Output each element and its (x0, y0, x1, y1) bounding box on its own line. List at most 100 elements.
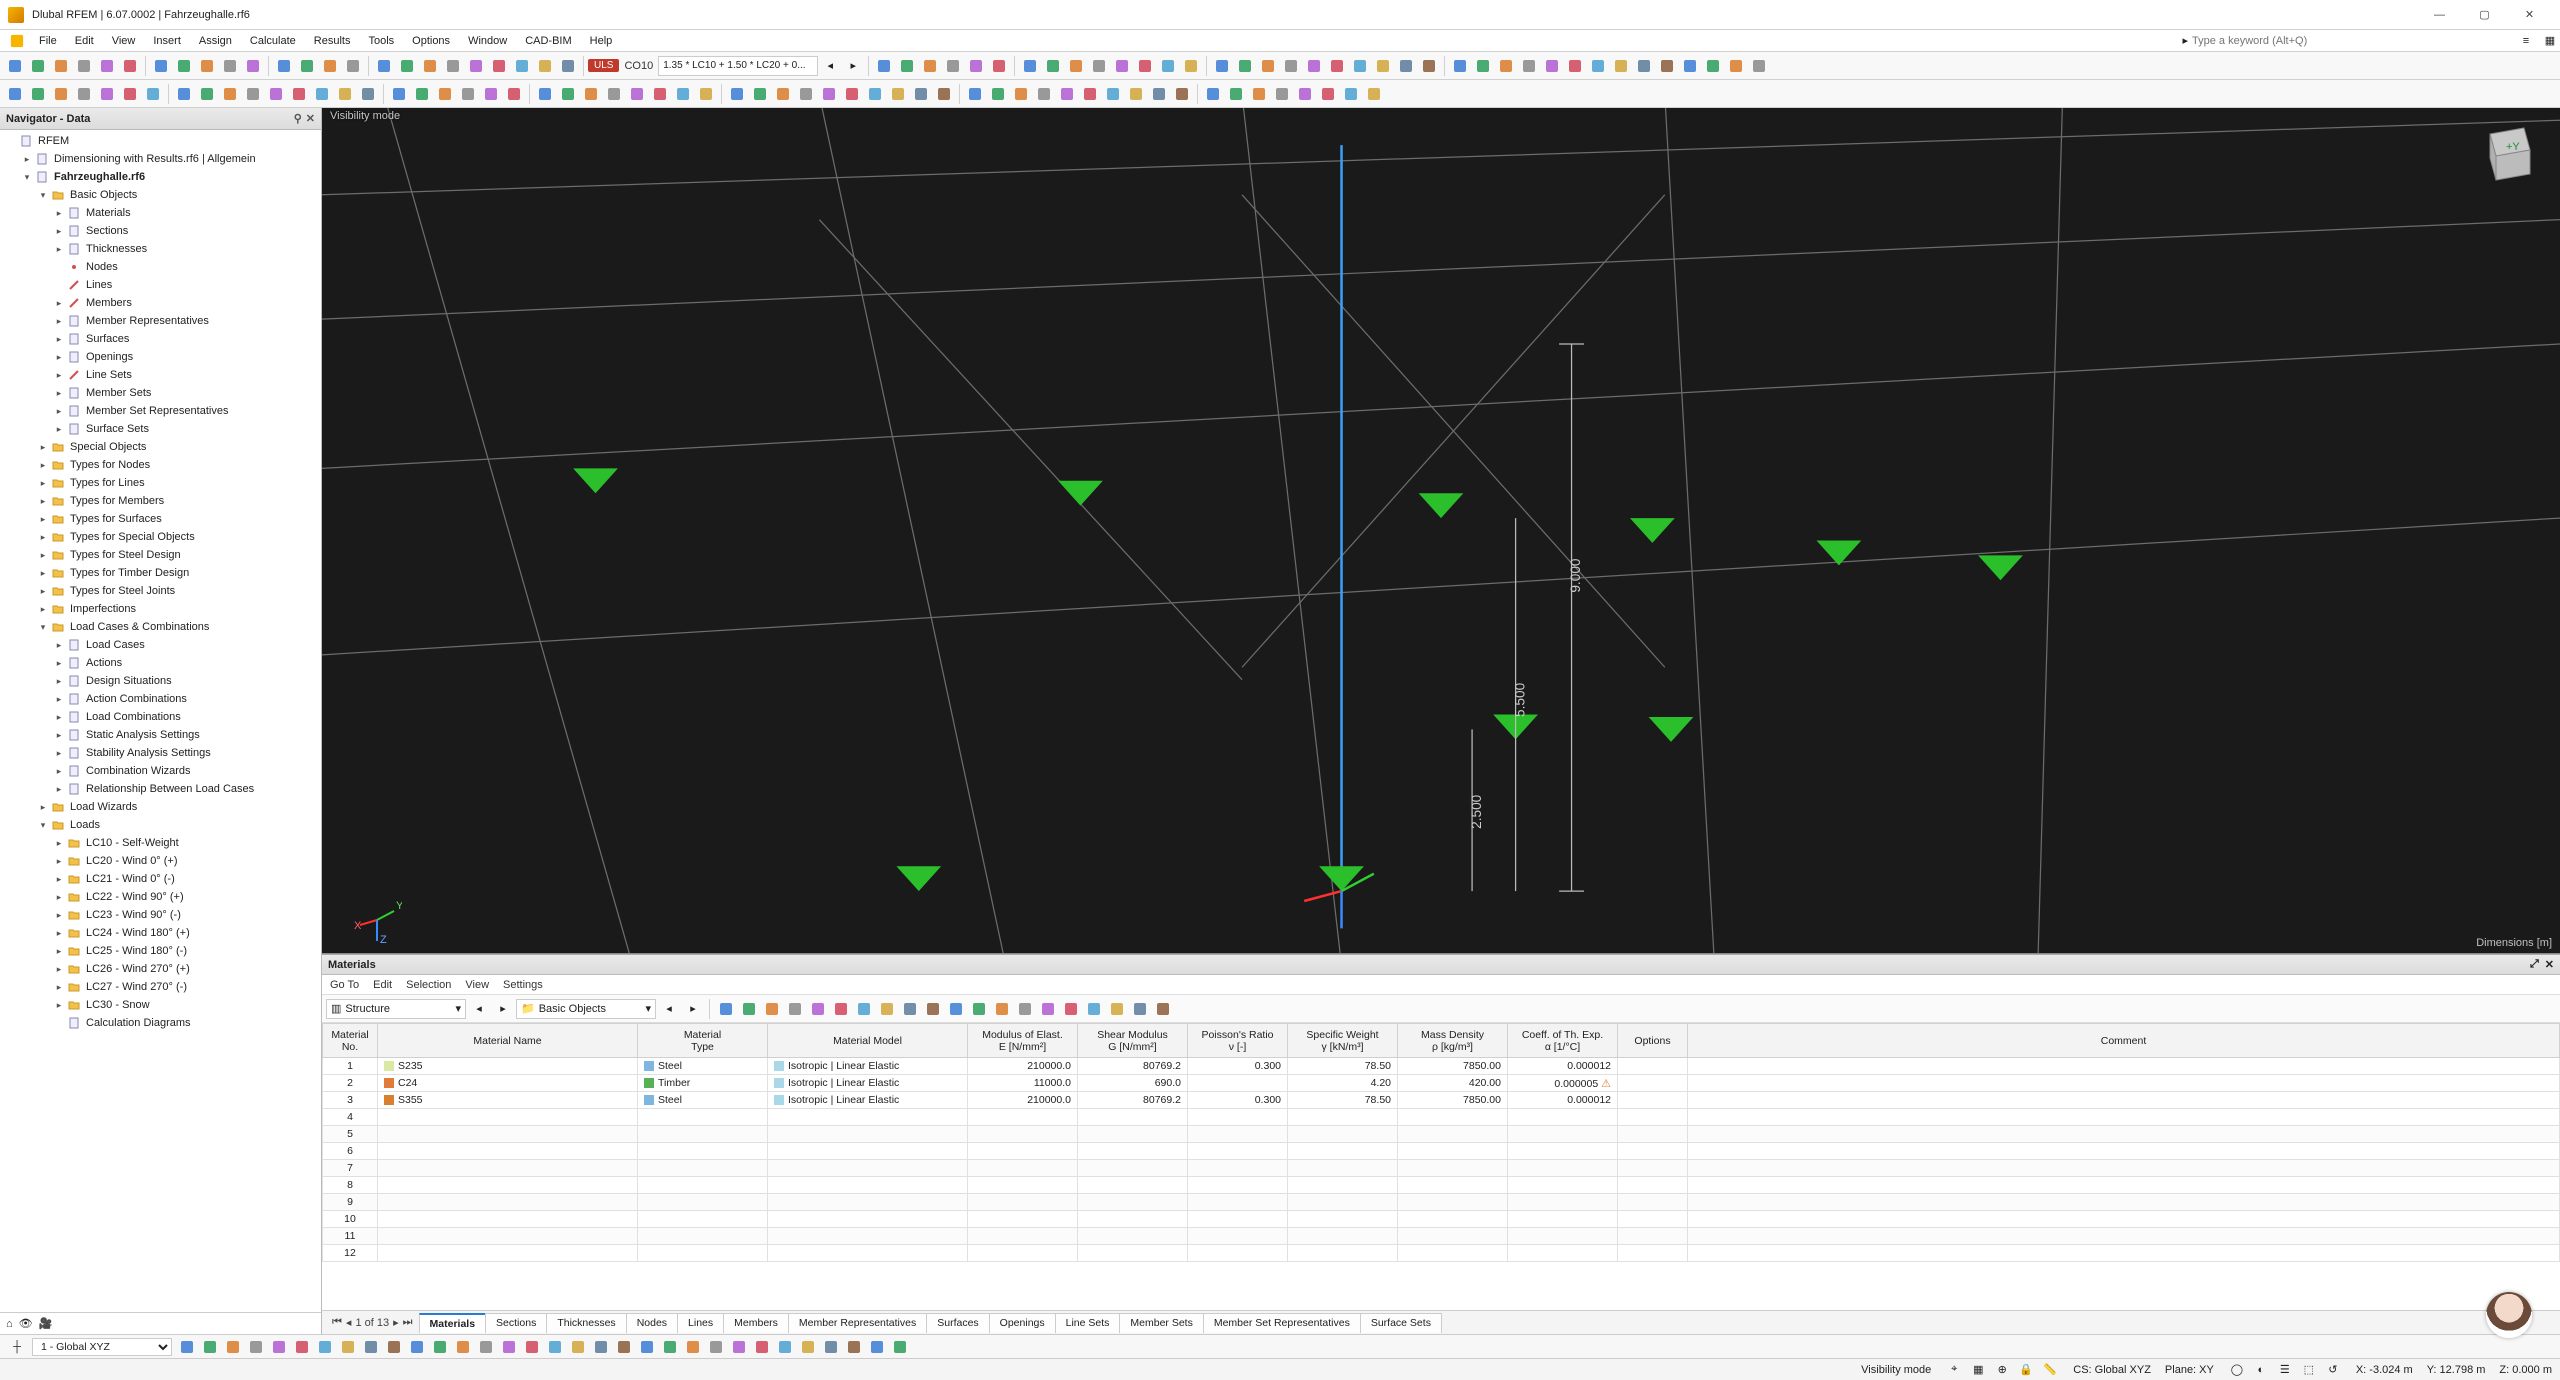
tree-thicknesses[interactable]: ▸Thicknesses (0, 240, 321, 258)
bb-btn-25[interactable] (751, 1336, 773, 1358)
menu-insert[interactable]: Insert (144, 30, 190, 52)
bb-btn-15[interactable] (521, 1336, 543, 1358)
combo-prev-button[interactable]: ◂ (819, 55, 841, 77)
tb2-e-btn-2[interactable] (772, 83, 794, 105)
table-row-empty[interactable]: 5 (323, 1126, 2560, 1143)
tb-filter-btn-1[interactable] (1234, 55, 1256, 77)
table-tab-materials[interactable]: Materials (419, 1313, 487, 1333)
tree-load-combinations[interactable]: ▸Load Combinations (0, 708, 321, 726)
table-tab-members[interactable]: Members (723, 1313, 789, 1333)
tb-display-btn-6[interactable] (1157, 55, 1179, 77)
tb-results-btn-2[interactable] (919, 55, 941, 77)
col-e[interactable]: Modulus of Elast.E [N/mm²] (968, 1024, 1078, 1058)
tb2-f-btn-5[interactable] (1079, 83, 1101, 105)
tp-tool-btn-6[interactable] (853, 998, 875, 1020)
table-panel-max-icon[interactable]: ⤢ (2530, 958, 2539, 971)
tree-load-cases-combinations[interactable]: ▾Load Cases & Combinations (0, 618, 321, 636)
table-row-empty[interactable]: 11 (323, 1228, 2560, 1245)
table-menu-selection[interactable]: Selection (406, 979, 451, 991)
tp-tool-btn-17[interactable] (1106, 998, 1128, 1020)
tb-view-btn-5[interactable] (488, 55, 510, 77)
table-tab-line-sets[interactable]: Line Sets (1055, 1313, 1121, 1333)
status-misc1-icon[interactable]: ◯ (2228, 1361, 2246, 1379)
col-gamma[interactable]: Specific Weightγ [kN/m³] (1288, 1024, 1398, 1058)
load-combo-expression[interactable]: 1.35 * LC10 + 1.50 * LC20 + 0... (658, 56, 818, 76)
tree-rfem[interactable]: RFEM (0, 132, 321, 150)
tb-file-btn-3[interactable] (73, 55, 95, 77)
keyword-search[interactable]: ▸ (2182, 34, 2352, 47)
tree-materials[interactable]: ▸Materials (0, 204, 321, 222)
tp-tool-btn-13[interactable] (1014, 998, 1036, 1020)
status-units-icon[interactable]: 📏 (2041, 1361, 2059, 1379)
col-rho[interactable]: Mass Densityρ [kg/m³] (1398, 1024, 1508, 1058)
tp-tool-btn-16[interactable] (1083, 998, 1105, 1020)
tb2-a-btn-0[interactable] (4, 83, 26, 105)
tb2-e-btn-9[interactable] (933, 83, 955, 105)
tree-lines[interactable]: Lines (0, 276, 321, 294)
tb2-f-btn-8[interactable] (1148, 83, 1170, 105)
status-misc2-icon[interactable]: ◐ (2252, 1361, 2270, 1379)
tb2-c-btn-5[interactable] (503, 83, 525, 105)
menu-view[interactable]: View (103, 30, 145, 52)
bb-btn-19[interactable] (613, 1336, 635, 1358)
tb2-d-btn-6[interactable] (672, 83, 694, 105)
tb2-b-btn-6[interactable] (311, 83, 333, 105)
tb-view-btn-2[interactable] (419, 55, 441, 77)
tree-types-for-lines[interactable]: ▸Types for Lines (0, 474, 321, 492)
materials-table[interactable]: MaterialNo. Material Name MaterialType M… (322, 1023, 2560, 1262)
navigator-pin-icon[interactable]: ⚲ (294, 112, 302, 125)
tb-edit-btn-2[interactable] (196, 55, 218, 77)
menu-pixels-icon[interactable]: ▦ (2540, 31, 2560, 51)
tp-tool-btn-9[interactable] (922, 998, 944, 1020)
tree-loads[interactable]: ▾Loads (0, 816, 321, 834)
tb2-a-btn-6[interactable] (142, 83, 164, 105)
tb2-d-btn-7[interactable] (695, 83, 717, 105)
menu-mini-icon[interactable]: ≡ (2516, 31, 2536, 51)
tb-filter-btn-7[interactable] (1372, 55, 1394, 77)
bb-btn-7[interactable] (337, 1336, 359, 1358)
tb-extra-btn-6[interactable] (1587, 55, 1609, 77)
bb-btn-11[interactable] (429, 1336, 451, 1358)
tb2-a-btn-3[interactable] (73, 83, 95, 105)
tb-extra-btn-5[interactable] (1564, 55, 1586, 77)
keyword-search-input[interactable] (2192, 35, 2352, 47)
tree-combination-wizards[interactable]: ▸Combination Wizards (0, 762, 321, 780)
table-tab-member-set-representatives[interactable]: Member Set Representatives (1203, 1313, 1361, 1333)
model-viewport[interactable]: Visibility mode Dimensions [m] (322, 108, 2560, 954)
col-g[interactable]: Shear ModulusG [N/mm²] (1078, 1024, 1188, 1058)
assistant-avatar[interactable] (2486, 1292, 2532, 1338)
tb-results-btn-3[interactable] (942, 55, 964, 77)
tb-display-btn-0[interactable] (1019, 55, 1041, 77)
tb2-b-btn-2[interactable] (219, 83, 241, 105)
tb2-a-btn-5[interactable] (119, 83, 141, 105)
table-tab-sections[interactable]: Sections (485, 1313, 547, 1333)
tab-last-button[interactable]: ⏭ (403, 1316, 413, 1329)
table-menu-edit[interactable]: Edit (373, 979, 392, 991)
bb-btn-0[interactable] (176, 1336, 198, 1358)
tb-extra-btn-13[interactable] (1748, 55, 1770, 77)
tb2-f-btn-3[interactable] (1033, 83, 1055, 105)
tb-filter-btn-8[interactable] (1395, 55, 1417, 77)
menu-file[interactable]: File (30, 30, 66, 52)
tree-surface-sets[interactable]: ▸Surface Sets (0, 420, 321, 438)
menu-options[interactable]: Options (403, 30, 459, 52)
bb-btn-4[interactable] (268, 1336, 290, 1358)
table-row-empty[interactable]: 9 (323, 1194, 2560, 1211)
tp-tool-btn-19[interactable] (1152, 998, 1174, 1020)
bb-btn-1[interactable] (199, 1336, 221, 1358)
load-combo-code[interactable]: CO10 (620, 60, 657, 72)
tp-tool-btn-5[interactable] (830, 998, 852, 1020)
tb-undo-btn-3[interactable] (342, 55, 364, 77)
tp-tool-btn-10[interactable] (945, 998, 967, 1020)
tb2-c-btn-2[interactable] (434, 83, 456, 105)
table-tab-member-sets[interactable]: Member Sets (1119, 1313, 1203, 1333)
tb-display-btn-4[interactable] (1111, 55, 1133, 77)
tb-filter-btn-3[interactable] (1280, 55, 1302, 77)
combo-next-button[interactable]: ▸ (842, 55, 864, 77)
table-tab-lines[interactable]: Lines (677, 1313, 724, 1333)
tb-extra-btn-4[interactable] (1541, 55, 1563, 77)
tree-actions[interactable]: ▸Actions (0, 654, 321, 672)
col-material-no[interactable]: MaterialNo. (323, 1024, 378, 1058)
tree-fahrzeughalle-rf6[interactable]: ▾Fahrzeughalle.rf6 (0, 168, 321, 186)
tb-view-btn-0[interactable] (373, 55, 395, 77)
